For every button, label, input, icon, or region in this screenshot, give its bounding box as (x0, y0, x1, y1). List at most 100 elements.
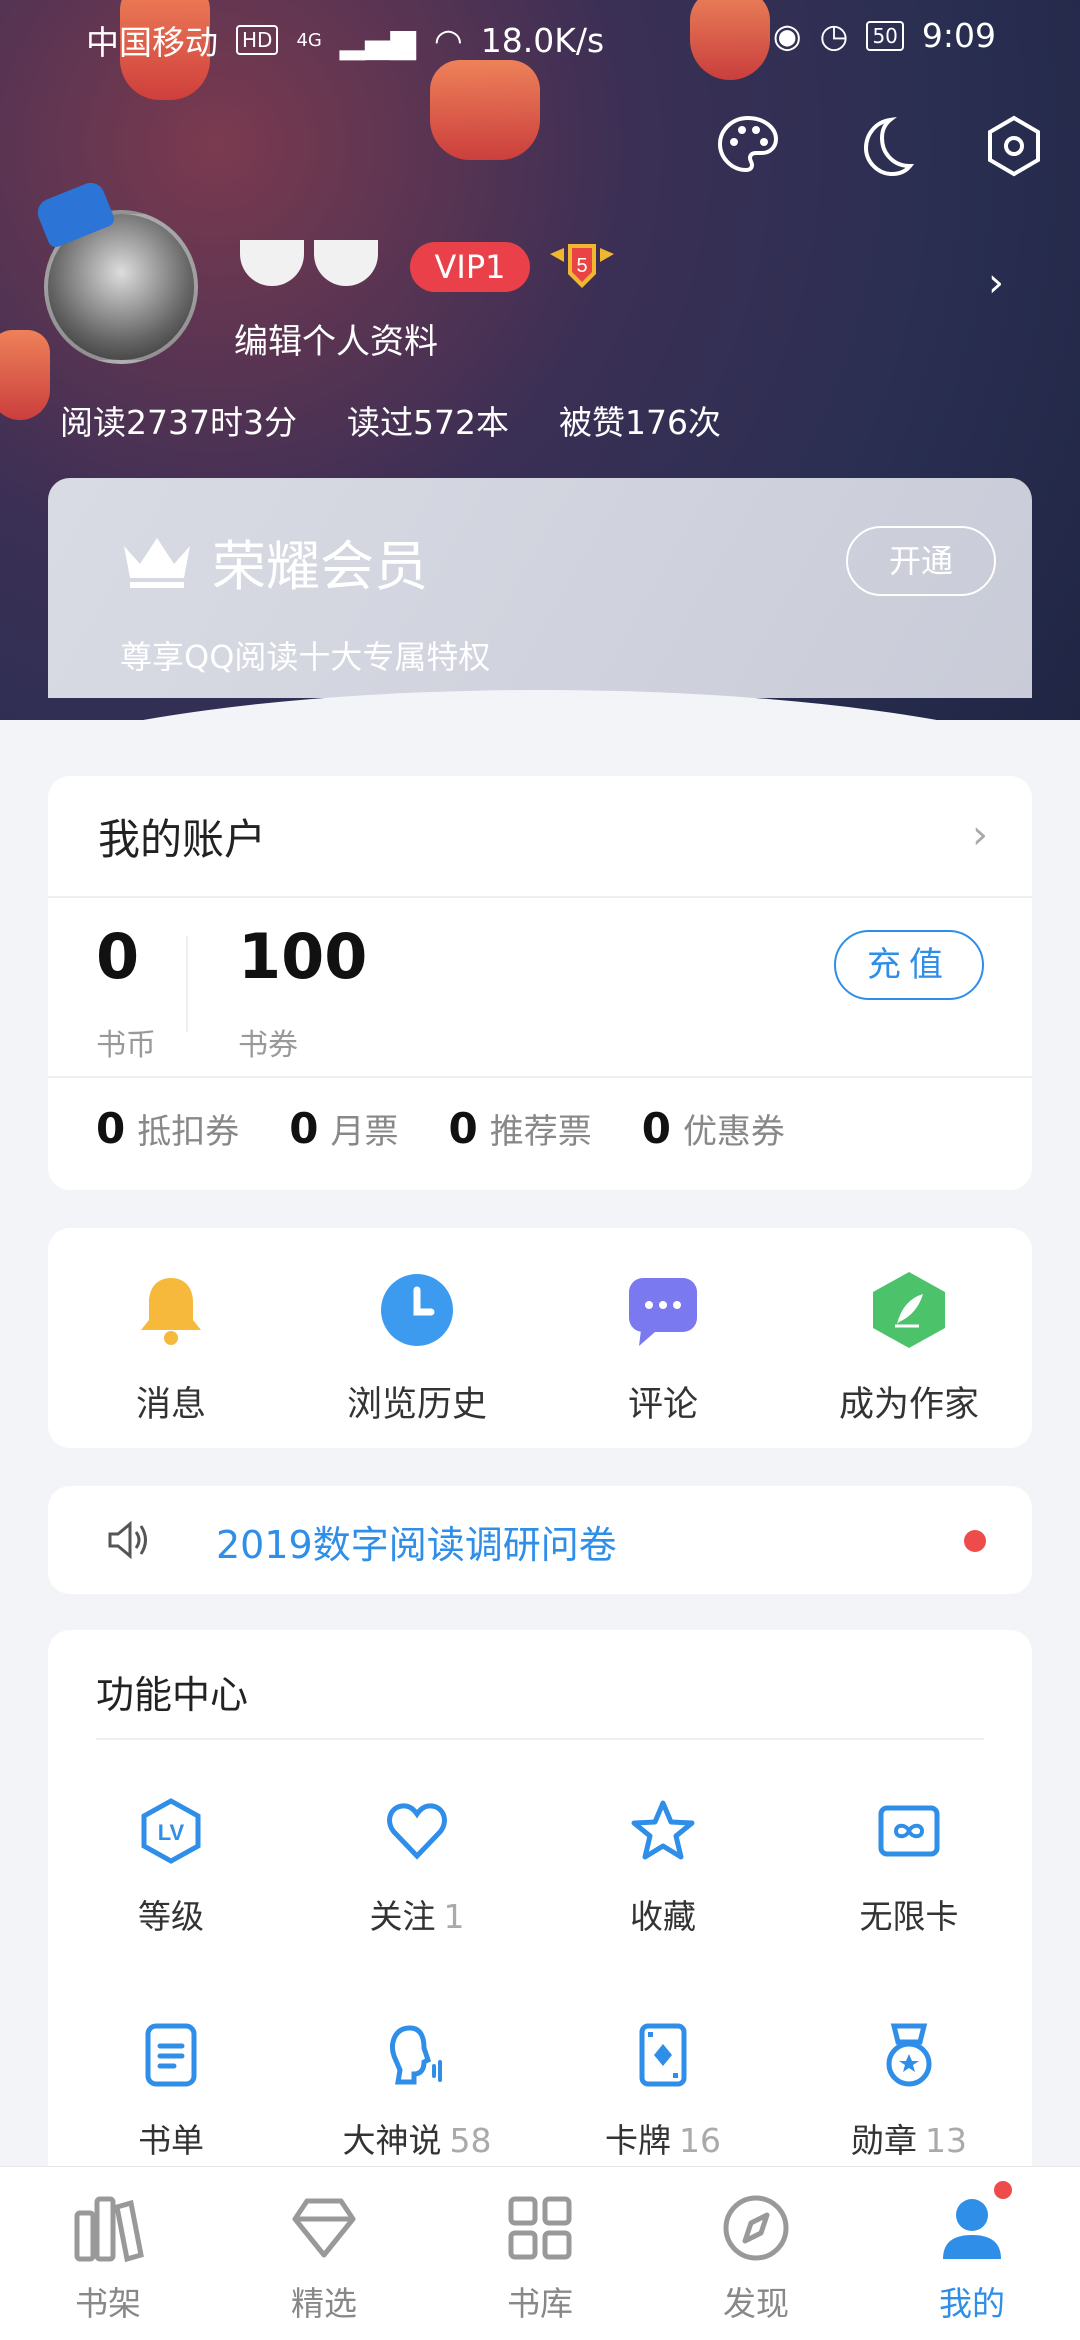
function-item-booklist[interactable]: 书单 (48, 2022, 294, 2162)
user-icon (943, 2199, 1001, 2259)
level-badge-icon[interactable]: 5 (546, 240, 618, 294)
ticket-label: 推荐票 (489, 1112, 592, 1152)
nav-tab-label: 书架 (75, 2284, 141, 2323)
account-title[interactable]: 我的账户 (98, 806, 266, 867)
settings-icon[interactable] (980, 112, 1048, 180)
nav-tab-label: 我的 (939, 2284, 1005, 2323)
ticket-item[interactable]: 0 月票 (289, 1104, 398, 1153)
vip-title: 荣耀会员 (212, 535, 428, 598)
stat-likes: 被赞176次 (558, 403, 721, 442)
function-item-follow[interactable]: 关注 1 (294, 1798, 540, 1938)
function-item-label: 等级 (138, 1897, 204, 1936)
grid-icon (508, 2196, 572, 2260)
ticket-item[interactable]: 0 推荐票 (448, 1104, 591, 1153)
speed-label: 18.0K/s (480, 20, 605, 60)
function-item-label: 关注 (369, 1897, 436, 1936)
nav-tab-discover[interactable]: 发现 (648, 2191, 864, 2325)
rice-bowl-icon (314, 240, 378, 286)
wifi-icon: ◠ (434, 20, 463, 60)
coins-label: 书币 (96, 1028, 156, 1063)
quick-actions-card: 消息 浏览历史 评论 成为作家 (48, 1228, 1032, 1448)
crown-icon (124, 538, 190, 588)
battery-icon: 50 (866, 20, 904, 51)
chevron-right-icon[interactable]: › (988, 260, 1004, 306)
noodle-bowl-icon (240, 240, 304, 286)
edit-profile-link[interactable]: 编辑个人资料 (234, 314, 438, 363)
ticket-item[interactable]: 0 优惠券 (642, 1104, 785, 1153)
lantern-decoration (430, 60, 540, 160)
recharge-button[interactable]: 充值 (834, 930, 984, 1000)
pen-icon (873, 1272, 945, 1348)
quick-action-label: 成为作家 (838, 1385, 979, 1425)
quick-action-history[interactable]: 浏览历史 (294, 1270, 540, 1427)
ticket-value: 0 (641, 1104, 671, 1153)
vouchers-value: 100 (238, 920, 368, 993)
notification-dot (992, 2179, 1014, 2201)
nav-tab-featured[interactable]: 精选 (216, 2191, 432, 2325)
ticket-item[interactable]: 0 抵扣券 (96, 1104, 239, 1153)
stat-books-read: 读过572本 (346, 403, 509, 442)
function-item-favorites[interactable]: 收藏 (540, 1798, 786, 1938)
stat-read-time: 阅读2737时3分 (60, 403, 297, 442)
function-item-medals[interactable]: 勋章 13 (786, 2022, 1032, 2162)
divider (96, 1738, 984, 1740)
function-item-label: 大神说 (342, 2121, 442, 2160)
nav-tab-library[interactable]: 书库 (432, 2191, 648, 2325)
survey-notice-card[interactable]: 2019数字阅读调研问卷 (48, 1486, 1032, 1594)
ticket-label: 优惠券 (682, 1112, 785, 1152)
diamond-icon (292, 2198, 356, 2258)
palette-icon[interactable] (714, 112, 782, 180)
function-item-master-talk[interactable]: 大神说 58 (294, 2022, 540, 2162)
quick-action-become-writer[interactable]: 成为作家 (786, 1270, 1032, 1427)
function-item-count: 13 (925, 2121, 967, 2160)
function-item-unlimited-card[interactable]: 无限卡 (786, 1798, 1032, 1938)
ticket-value: 0 (96, 1104, 126, 1153)
lantern-decoration (0, 330, 50, 420)
bottom-nav: 书架 精选 书库 发现 我的 (0, 2166, 1080, 2340)
level-icon: LV (141, 1798, 201, 1864)
infinity-card-icon (878, 1805, 940, 1857)
vip-membership-card[interactable]: 荣耀会员 尊享QQ阅读十大专属特权 开通 (48, 478, 1032, 698)
nav-tab-bookshelf[interactable]: 书架 (0, 2191, 216, 2325)
nav-tab-label: 精选 (291, 2284, 357, 2323)
function-item-cards[interactable]: 卡牌 16 (540, 2022, 786, 2162)
reading-stats: 阅读2737时3分 读过572本 被赞176次 (60, 396, 721, 444)
vouchers-label: 书券 (238, 1028, 298, 1063)
function-item-level[interactable]: LV 等级 (48, 1798, 294, 1938)
function-item-count: 16 (679, 2121, 721, 2160)
coins-value: 0 (96, 920, 140, 993)
function-item-label: 卡牌 (605, 2121, 671, 2160)
quick-action-label: 评论 (627, 1385, 698, 1425)
status-bar: 中国移动 HD 4G ▂▄▆ ◠ 18.0K/s ◉ ◷ 50 9:09 (0, 0, 1080, 72)
nav-tab-label: 发现 (723, 2284, 789, 2323)
survey-notice-text[interactable]: 2019数字阅读调研问卷 (216, 1514, 617, 1569)
heart-icon (387, 1803, 447, 1860)
signal-icon: ▂▄▆ (339, 20, 416, 60)
speaker-head-icon (390, 2025, 442, 2085)
nav-tab-label: 书库 (507, 2284, 573, 2323)
time-label: 9:09 (921, 16, 996, 55)
function-item-label: 书单 (138, 2121, 204, 2160)
star-icon (631, 1800, 695, 1860)
nav-tab-me[interactable]: 我的 (864, 2179, 1080, 2325)
bell-icon (141, 1278, 201, 1345)
carrier-label: 中国移动 (86, 23, 218, 62)
function-item-label: 勋章 (851, 2121, 917, 2160)
quick-action-messages[interactable]: 消息 (48, 1270, 294, 1427)
function-item-label: 收藏 (630, 1897, 696, 1936)
chevron-right-icon[interactable]: › (972, 812, 988, 858)
open-vip-button[interactable]: 开通 (846, 526, 996, 596)
svg-text:LV: LV (158, 1820, 185, 1845)
bookshelf-icon (74, 2196, 144, 2263)
quick-action-comments[interactable]: 评论 (540, 1270, 786, 1427)
medal-icon (886, 2023, 932, 2087)
compass-icon (723, 2195, 789, 2261)
function-item-label: 无限卡 (859, 1897, 959, 1936)
account-card: 我的账户 › 0 书币 100 书券 充值 0 抵扣券 0 月票 0 推荐票 0 优惠券 (48, 776, 1032, 1190)
quick-action-label: 消息 (135, 1385, 206, 1425)
function-item-count: 1 (443, 1897, 465, 1936)
moon-icon[interactable] (850, 112, 918, 180)
vip-badge[interactable]: VIP1 (410, 242, 530, 292)
level-number: 5 (576, 255, 587, 277)
function-center-card: 功能中心 LV 等级 关注 1 收藏 无限卡 书单 大神说 58 卡牌 16 勋… (48, 1630, 1032, 2190)
